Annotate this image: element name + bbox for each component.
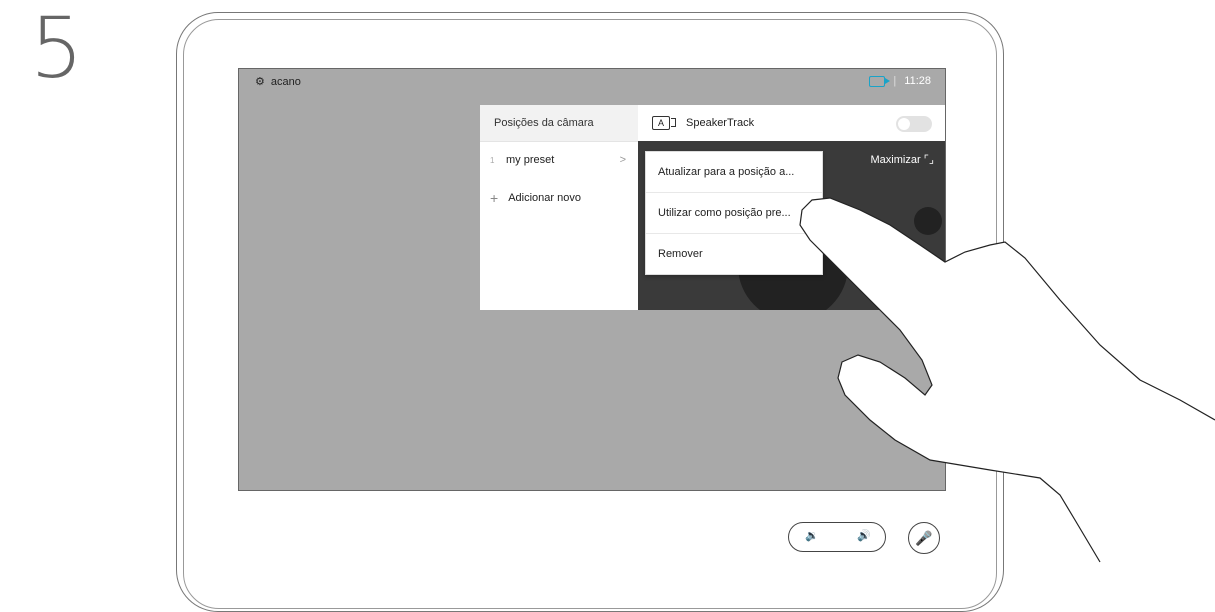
hand-illustration — [799, 197, 1215, 563]
hand-outline — [799, 197, 1215, 563]
